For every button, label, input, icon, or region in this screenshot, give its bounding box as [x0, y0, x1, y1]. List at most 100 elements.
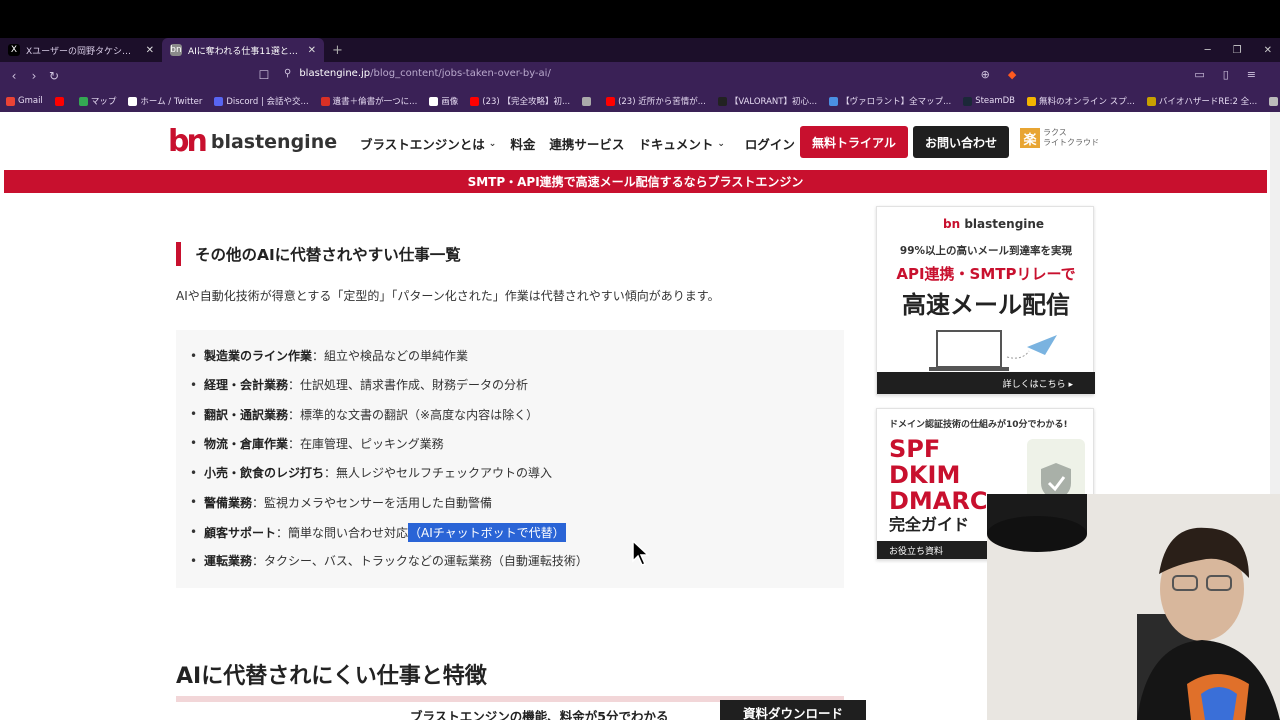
bullet-icon: • [190, 348, 198, 363]
site-header: bn blastengine ブラストエンジンとは ⌄ 料金 連携サービス ドキュメント… [0, 112, 1270, 170]
zoom-icon[interactable]: ⊕ [981, 68, 990, 81]
tab-close-icon[interactable]: ✕ [146, 45, 154, 56]
back-icon[interactable]: ‹ [4, 69, 24, 83]
item-desc: ：監視カメラやセンサーを活用した自動警備 [252, 495, 493, 510]
list-item: • 翻訳・通訳業務 ：標準的な文書の翻訳（※高度な内容は除く） [190, 406, 538, 423]
bookmarks-bar: Gmail マップ ホーム / Twitter Discord | 会話や交... 遺書… [0, 90, 1280, 112]
bookmark-item[interactable]: 【VALORANT】初心... [717, 95, 818, 107]
laptop-illustration-icon [929, 330, 1057, 371]
bookmark-label: 無料のオンライン スプ... [1039, 97, 1135, 107]
url-field[interactable]: ⚲ blastengine.jp/blog_content/jobs-taken… [284, 68, 551, 79]
bookmark-favicon-icon [54, 96, 64, 106]
bookmark-item[interactable]: (23) 【完全攻略】初... [470, 95, 570, 107]
download-text: ブラストエンジンの機能、料金が5分でわかる [410, 709, 669, 720]
site-logo[interactable]: bn blastengine [168, 124, 337, 159]
reload-icon[interactable]: ↻ [44, 69, 64, 83]
chevron-down-icon: ⌄ [488, 138, 497, 149]
bookmark-item[interactable]: 無料のオンライン スプ... [1027, 95, 1135, 107]
menu-label: 連携サービス [549, 137, 625, 152]
bookmark-label: 【ヴァロラント】全マップ... [841, 97, 952, 107]
split-icon[interactable]: ▭ [1194, 68, 1204, 81]
menu-item-2[interactable]: 連携サービス [549, 134, 624, 153]
bookmark-item[interactable]: (23) 近所から苦情が... [606, 95, 706, 107]
bookmark-favicon-icon [1027, 96, 1037, 106]
item-title: 製造業のライン作業 [204, 349, 313, 363]
promo-banner[interactable]: SMTP・API連携で高速メール配信するならブラストエンジン [4, 170, 1267, 193]
rakus-logo[interactable]: 楽 ラクス ライトクラウド [1020, 128, 1099, 148]
shield-icon[interactable]: ◆ [1008, 68, 1016, 81]
site-info-icon[interactable]: ⚲ [284, 68, 291, 79]
tab-0[interactable]: X Xユーザーの岡野タケシ弁護士【アトム法律 ✕ [0, 38, 162, 62]
bookmark-item[interactable]: ホーム / Twitter [128, 95, 202, 107]
bookmark-item[interactable]: Discord | 会話や交... [214, 95, 309, 107]
intro-text: AIや自動化技術が得意とする「定型的」「パターン化された」作業は代替されやすい傾… [176, 289, 720, 303]
tab-favicon-icon: bn [170, 44, 182, 56]
bookmark-item[interactable]: マップ [78, 95, 116, 107]
minimize-icon[interactable]: ─ [1205, 45, 1211, 56]
bookmark-label: Gmail [18, 96, 43, 106]
menu-label: 料金 [510, 137, 536, 152]
bullet-icon: • [190, 377, 198, 392]
bookmark-item[interactable]: SteamDB [963, 96, 1015, 106]
bookmark-item[interactable]: Gmail [6, 96, 43, 106]
bookmark-item[interactable] [582, 96, 594, 106]
contact-button[interactable]: お問い合わせ [913, 126, 1009, 158]
item-title: 顧客サポート [204, 525, 277, 540]
bookmark-label: (23) 【完全攻略】初... [482, 97, 571, 107]
ad-line3: 高速メール配信 [902, 291, 1070, 319]
bookmark-item[interactable]: 【ヴァロラント】全マップ... [829, 95, 951, 107]
item-title: 物流・倉庫作業 [204, 436, 289, 451]
raku-mark: 楽 [1020, 128, 1040, 148]
menu-icon[interactable]: ≡ [1247, 68, 1256, 81]
ad-banner-mail[interactable]: bn blastengine 99%以上の高いメール到達率を実現 API連携・S… [876, 206, 1095, 395]
new-tab-button[interactable]: + [324, 43, 351, 58]
free-trial-button[interactable]: 無料トライアル [800, 126, 908, 158]
bookmark-item[interactable]: 遺書＋倫書が一つに... [320, 95, 418, 107]
close-window-icon[interactable]: ✕ [1264, 45, 1272, 56]
menu-item-3[interactable]: ドキュメント ⌄ [638, 134, 725, 153]
bookmark-label: Discord | 会話や交... [226, 97, 309, 107]
sidebar-icon[interactable]: ▯ [1223, 68, 1229, 81]
bookmark-label: 画像 [441, 97, 459, 107]
menu-item-1[interactable]: 料金 [510, 134, 535, 153]
item-desc: ：簡単な問い合わせ対応 [276, 525, 409, 540]
menu-item-0[interactable]: ブラストエンジンとは ⌄ [360, 134, 496, 153]
ad2-top: ドメイン認証技術の仕組みが10分でわかる! [889, 420, 1068, 430]
mouse-cursor-icon [632, 539, 652, 570]
tab-title: Xユーザーの岡野タケシ弁護士【アトム法律 [26, 46, 140, 57]
bookmark-favicon-icon [6, 96, 15, 106]
bookmark-favicon-icon [829, 96, 839, 106]
url-host: blastengine.jp [299, 68, 371, 79]
tab-bar: X Xユーザーの岡野タケシ弁護士【アトム法律 ✕ bn AIに奪われる仕事11選と奪われ… [0, 38, 1280, 62]
menu-item-4[interactable]: ログイン [745, 134, 795, 153]
bookmark-label: 【VALORANT】初心... [729, 97, 818, 107]
maximize-icon[interactable]: ❐ [1233, 45, 1242, 56]
item-title: 翻訳・通訳業務 [204, 407, 289, 422]
bullet-icon: • [190, 495, 198, 509]
list-item: • 小売・飲食のレジ打ち ：無人レジやセルフチェックアウトの導入 [190, 464, 552, 481]
ad-more-link[interactable]: 詳しくはこちら ▸ [877, 372, 1095, 394]
logo-name: blastengine [210, 130, 338, 153]
item-desc: ：タクシー、バス、トラックなどの運転業務（自動運転技術） [252, 554, 588, 569]
list-item: • 顧客サポート ：簡単な問い合わせ対応 （AIチャットボットで代替） [190, 522, 566, 542]
bookmark-item[interactable]: 画像 [429, 95, 458, 107]
section-heading: その他のAIに代替されやすい仕事一覧 [176, 242, 461, 266]
list-item: • 物流・倉庫作業 ：在庫管理、ピッキング業務 [190, 435, 444, 452]
download-button[interactable]: 資料ダウンロード [720, 700, 866, 720]
forward-icon[interactable]: › [24, 69, 44, 83]
list-item: • 製造業のライン作業 ：組立や検品などの単純作業 [190, 347, 468, 364]
menu-label: ブラストエンジンとは [360, 137, 485, 152]
bookmark-item[interactable]: ツイッチ関連 [1269, 95, 1280, 107]
list-item: • 経理・会計業務 ：仕訳処理、請求書作成、財務データの分析 [190, 376, 528, 393]
bookmark-item[interactable] [54, 96, 67, 106]
logo-mark: bn [168, 124, 208, 159]
bookmark-label: ホーム / Twitter [140, 97, 203, 107]
tab-1[interactable]: bn AIに奪われる仕事11選と奪われない ✕ [162, 38, 324, 62]
bookmark-label: 遺書＋倫書が一つに... [332, 97, 418, 107]
tab-close-icon[interactable]: ✕ [308, 45, 316, 56]
bookmark-item[interactable]: バイオハザードRE:2 全... [1146, 95, 1257, 107]
job-list: • 製造業のライン作業 ：組立や検品などの単純作業 • 経理・会計業務 ：仕訳処理、請求書… [176, 330, 844, 588]
bookmark-icon[interactable]: ☐ [254, 68, 274, 82]
list-item: • 運転業務 ：タクシー、バス、トラックなどの運転業務（自動運転技術） [190, 552, 588, 569]
ad-logo: bn blastengine [943, 217, 1045, 231]
